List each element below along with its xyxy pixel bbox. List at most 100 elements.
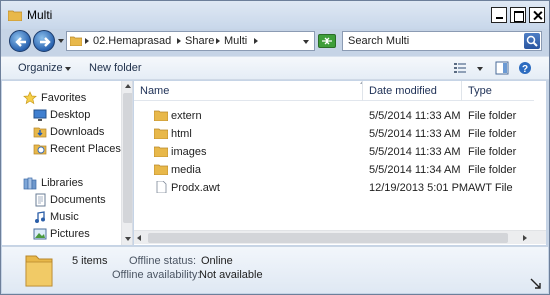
sidebar-item-downloads[interactable]: Downloads bbox=[2, 124, 120, 140]
file-name: images bbox=[171, 146, 207, 158]
sidebar-item-label: Documents bbox=[50, 194, 106, 206]
navigation-pane: Favorites Desktop Downloads Recent Place… bbox=[2, 81, 133, 245]
desktop-icon bbox=[33, 109, 47, 121]
column-header-name[interactable]: Name bbox=[134, 81, 366, 101]
folder-icon bbox=[8, 10, 22, 21]
search-button[interactable] bbox=[524, 33, 540, 49]
sidebar-item-music[interactable]: Music bbox=[2, 209, 120, 225]
file-name: Prodx.awt bbox=[171, 182, 220, 194]
music-icon bbox=[35, 211, 45, 223]
horizontal-scrollbar[interactable] bbox=[134, 230, 546, 244]
column-header-label: Type bbox=[468, 85, 492, 97]
downloads-icon bbox=[33, 127, 47, 138]
file-name: html bbox=[171, 128, 192, 140]
explorer-window: Multi 02.Hemaprasad Share Multi Search M… bbox=[0, 0, 550, 295]
preview-pane-icon[interactable] bbox=[495, 61, 509, 75]
sidebar-item-pictures[interactable]: Pictures bbox=[2, 226, 120, 242]
minimize-button[interactable] bbox=[491, 7, 507, 23]
search-box[interactable]: Search Multi bbox=[342, 31, 542, 51]
offline-status-value: Online bbox=[201, 255, 233, 267]
help-icon[interactable]: ? bbox=[518, 61, 532, 75]
sidebar-item-label: Desktop bbox=[50, 109, 91, 121]
breadcrumb-separator[interactable] bbox=[254, 38, 258, 44]
recent-pages-dropdown[interactable] bbox=[58, 39, 64, 43]
breadcrumb-hemaprasad[interactable]: 02.Hemaprasad bbox=[93, 35, 171, 47]
sidebar-item-recent-places[interactable]: Recent Places bbox=[2, 141, 121, 157]
details-pane: 5 items Offline status: Online Offline a… bbox=[2, 246, 548, 293]
sidebar-item-label: Downloads bbox=[50, 126, 105, 138]
search-input[interactable]: Search Multi bbox=[348, 35, 409, 47]
column-header-date[interactable]: Date modified bbox=[363, 81, 461, 101]
sidebar-item-desktop[interactable]: Desktop bbox=[2, 107, 120, 123]
file-row[interactable]: images 5/5/2014 11:33 AM File folder bbox=[134, 143, 534, 161]
close-button[interactable] bbox=[529, 7, 545, 23]
breadcrumb-separator[interactable] bbox=[177, 38, 181, 44]
refresh-button[interactable] bbox=[318, 34, 336, 48]
folder-icon bbox=[154, 146, 168, 157]
sidebar-item-label: Pictures bbox=[50, 228, 90, 240]
refresh-icon bbox=[322, 37, 332, 45]
documents-icon bbox=[35, 193, 46, 207]
forward-button[interactable] bbox=[33, 30, 55, 52]
back-button[interactable] bbox=[9, 30, 31, 52]
file-list: Name Date modified Type extern 5/5/2014 … bbox=[134, 81, 546, 245]
file-row[interactable]: Prodx.awt 12/19/2013 5:01 PM AWT File bbox=[134, 179, 534, 197]
sidebar-item-label: Favorites bbox=[41, 92, 87, 104]
folder-icon bbox=[154, 110, 168, 121]
new-folder-button[interactable]: New folder bbox=[89, 62, 142, 74]
item-count: 5 items bbox=[72, 255, 108, 267]
scroll-down-arrow[interactable] bbox=[125, 237, 131, 241]
file-row[interactable]: media 5/5/2014 11:34 AM File folder bbox=[134, 161, 534, 179]
file-date: 5/5/2014 11:33 AM bbox=[369, 110, 461, 122]
file-type: File folder bbox=[468, 128, 517, 140]
organize-button[interactable]: Organize bbox=[18, 62, 63, 74]
column-header-type[interactable]: Type bbox=[462, 81, 534, 101]
scrollbar-thumb[interactable] bbox=[123, 93, 132, 223]
breadcrumb-separator[interactable] bbox=[216, 38, 220, 44]
navigation-bar: 02.Hemaprasad Share Multi Search Multi bbox=[1, 29, 549, 53]
file-type: AWT File bbox=[468, 182, 513, 194]
sidebar-item-label: Music bbox=[50, 211, 79, 223]
chevron-down-icon[interactable] bbox=[477, 67, 483, 71]
file-date: 12/19/2013 5:01 PM bbox=[369, 182, 469, 194]
file-row[interactable]: extern 5/5/2014 11:33 AM File folder bbox=[134, 107, 534, 125]
sidebar-item-favorites[interactable]: Favorites bbox=[2, 90, 120, 106]
scrollbar-thumb[interactable] bbox=[148, 233, 508, 243]
address-history-dropdown[interactable] bbox=[303, 40, 309, 44]
chevron-down-icon[interactable] bbox=[65, 67, 71, 71]
title-bar[interactable]: Multi bbox=[1, 1, 549, 29]
pictures-icon bbox=[33, 228, 47, 240]
resize-grip-icon[interactable] bbox=[529, 277, 543, 291]
scroll-left-arrow[interactable] bbox=[137, 235, 141, 241]
scroll-up-arrow[interactable] bbox=[125, 84, 131, 88]
search-icon bbox=[526, 35, 538, 47]
column-header-label: Name bbox=[140, 85, 170, 97]
svg-text:?: ? bbox=[522, 64, 528, 75]
arrow-left-icon bbox=[15, 37, 26, 47]
column-header-label: Date modified bbox=[369, 85, 437, 97]
file-name: extern bbox=[171, 110, 202, 122]
scroll-right-arrow[interactable] bbox=[523, 235, 527, 241]
sidebar-item-libraries[interactable]: Libraries bbox=[2, 175, 120, 191]
file-type: File folder bbox=[468, 146, 517, 158]
libraries-icon bbox=[23, 177, 37, 190]
sidebar-scrollbar[interactable] bbox=[121, 81, 132, 245]
folder-icon bbox=[70, 36, 82, 46]
file-date: 5/5/2014 11:34 AM bbox=[369, 164, 461, 176]
view-options-icon[interactable] bbox=[453, 61, 467, 75]
file-icon bbox=[156, 181, 167, 193]
file-list-vertical-scrollbar[interactable] bbox=[534, 81, 546, 230]
star-icon bbox=[23, 91, 37, 105]
file-row[interactable]: html 5/5/2014 11:33 AM File folder bbox=[134, 125, 534, 143]
maximize-button[interactable] bbox=[510, 7, 526, 23]
file-name: media bbox=[171, 164, 201, 176]
sidebar-item-label: Libraries bbox=[41, 177, 84, 189]
address-bar[interactable]: 02.Hemaprasad Share Multi bbox=[66, 31, 315, 51]
sidebar-item-documents[interactable]: Documents bbox=[2, 192, 120, 208]
file-date: 5/5/2014 11:33 AM bbox=[369, 146, 461, 158]
breadcrumb-multi[interactable]: Multi bbox=[224, 35, 247, 47]
command-toolbar: Organize New folder ? bbox=[1, 56, 549, 80]
breadcrumb-separator[interactable] bbox=[85, 38, 89, 44]
offline-availability-value: Not available bbox=[199, 269, 263, 281]
breadcrumb-share[interactable]: Share bbox=[185, 35, 214, 47]
